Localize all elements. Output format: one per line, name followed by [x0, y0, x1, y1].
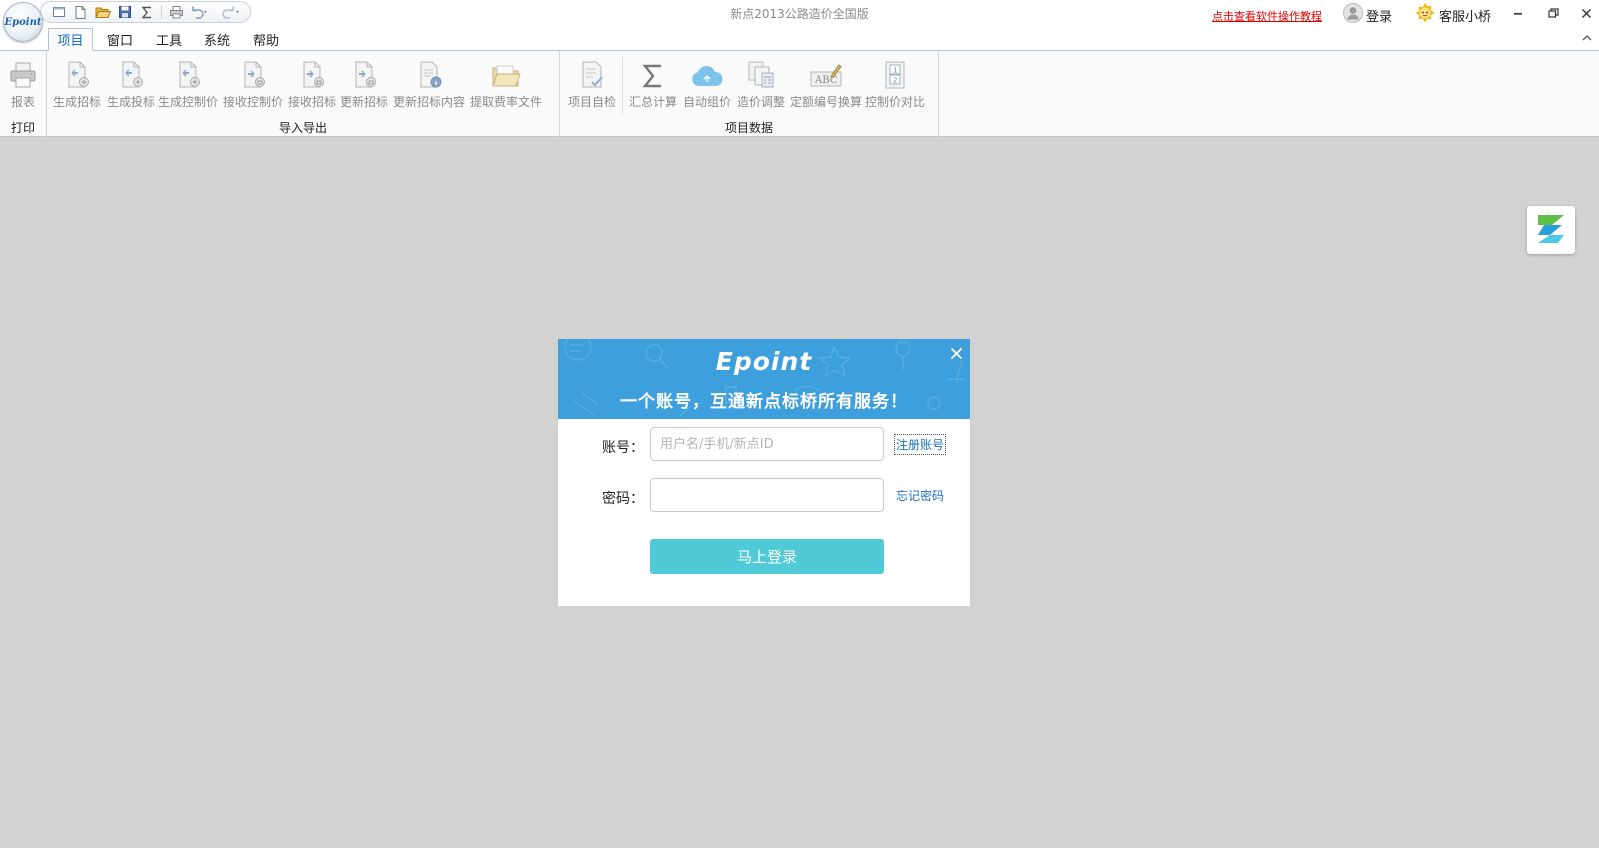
- compare-icon: 12: [881, 54, 909, 90]
- auto-pricing-label: 自动组价: [682, 95, 731, 109]
- restore-button[interactable]: [1542, 4, 1564, 22]
- tab-system[interactable]: 系统: [197, 28, 237, 51]
- undo-icon[interactable]: [189, 3, 208, 21]
- cloud-icon: [690, 54, 724, 90]
- control-price-compare-button[interactable]: 12 控制价对比: [862, 54, 928, 112]
- folder-icon: [491, 54, 521, 90]
- printer-icon: [8, 54, 38, 90]
- save-icon[interactable]: [115, 3, 134, 21]
- customer-service-button[interactable]: 客服小桥: [1414, 3, 1491, 27]
- password-input[interactable]: [650, 478, 884, 512]
- svg-text:1: 1: [893, 67, 897, 75]
- group-label-import-export: 导入导出: [278, 121, 327, 135]
- summary-calc-label: 汇总计算: [628, 95, 677, 109]
- floating-assistant-widget[interactable]: [1527, 206, 1575, 254]
- abc-edit-icon: ABC: [809, 54, 843, 90]
- login-button[interactable]: 登录: [1343, 3, 1393, 27]
- tab-window[interactable]: 窗口: [100, 28, 140, 51]
- close-icon[interactable]: [947, 344, 965, 362]
- generate-control-price-button[interactable]: 生成控制价: [157, 54, 219, 112]
- summary-calc-button[interactable]: 汇总计算: [627, 54, 679, 112]
- new-window-icon[interactable]: [49, 3, 68, 21]
- project-self-check-label: 项目自检: [567, 95, 616, 109]
- cost-adjust-button[interactable]: 造价调整: [735, 54, 787, 112]
- toolbar-separator: [161, 5, 162, 19]
- login-label: 登录: [1366, 9, 1393, 25]
- collapse-ribbon-icon[interactable]: [1582, 33, 1592, 44]
- cost-adjust-label: 造价调整: [736, 95, 785, 109]
- bridge-logo-icon: [1534, 212, 1568, 249]
- app-logo-text: Epoint: [4, 16, 42, 28]
- receive-tender-label: 接收招标: [287, 95, 336, 109]
- minimize-button[interactable]: [1507, 4, 1529, 22]
- register-link[interactable]: 注册账号: [893, 434, 947, 455]
- redo-icon[interactable]: [221, 3, 240, 21]
- generate-bid-button[interactable]: 生成投标: [106, 54, 156, 112]
- ribbon-tab-bar: 项目 窗口 工具 系统 帮助: [0, 28, 1599, 51]
- checklist-icon: [578, 54, 606, 90]
- new-file-icon[interactable]: [71, 3, 90, 21]
- user-avatar-icon: [1343, 3, 1363, 27]
- generate-control-price-label: 生成控制价: [157, 95, 218, 109]
- quick-access-toolbar: [40, 1, 251, 23]
- update-tender-content-button[interactable]: 更新招标内容: [392, 54, 466, 112]
- import-doc-icon: [350, 54, 378, 90]
- calculator-icon: [746, 54, 776, 90]
- ribbon-group-project-data: 项目自检 汇总计算 自动组价 造价调整 ABC 定额编号换算 1 2 控制价对比…: [560, 51, 939, 137]
- mascot-icon: [1414, 2, 1436, 28]
- export-doc-icon: [174, 54, 202, 90]
- export-doc-icon: [63, 54, 91, 90]
- password-label: 密码：: [602, 491, 644, 507]
- update-tender-label: 更新招标: [339, 95, 388, 109]
- sigma-icon: [640, 54, 666, 90]
- generate-tender-button[interactable]: 生成招标: [52, 54, 102, 112]
- service-label: 客服小桥: [1439, 9, 1492, 25]
- export-doc-icon: [117, 54, 145, 90]
- update-tender-content-label: 更新招标内容: [392, 95, 465, 109]
- login-submit-button[interactable]: 马上登录: [650, 539, 884, 574]
- receive-control-price-label: 接收控制价: [222, 95, 283, 109]
- login-dialog-header: Epoint 一个账号，互通新点标桥所有服务！: [558, 339, 970, 419]
- app-logo[interactable]: Epoint: [3, 2, 43, 42]
- tab-tools[interactable]: 工具: [149, 28, 189, 51]
- project-self-check-button[interactable]: 项目自检: [566, 54, 618, 112]
- login-dialog: Epoint 一个账号，互通新点标桥所有服务！ 账号： 注册账号 密码： 忘记密…: [558, 339, 970, 606]
- ribbon-group-import-export: 生成招标 生成投标 生成控制价 接收控制价 接收招标 更新招标 更新招标内容 提…: [47, 51, 560, 137]
- quota-code-convert-button[interactable]: ABC 定额编号换算: [788, 54, 864, 112]
- auto-pricing-button[interactable]: 自动组价: [681, 54, 733, 112]
- group-label-project-data: 项目数据: [724, 121, 773, 135]
- tab-help[interactable]: 帮助: [246, 28, 286, 51]
- receive-control-price-button[interactable]: 接收控制价: [222, 54, 284, 112]
- group-label-print: 打印: [10, 121, 35, 135]
- import-doc-icon: [298, 54, 326, 90]
- generate-tender-label: 生成招标: [52, 95, 101, 109]
- ribbon-group-print: 报表 打印: [0, 51, 47, 137]
- tab-project[interactable]: 项目: [48, 28, 93, 51]
- sum-icon[interactable]: [137, 3, 156, 21]
- print-icon[interactable]: [167, 3, 186, 21]
- control-price-compare-label: 控制价对比: [864, 95, 925, 109]
- report-button[interactable]: 报表: [5, 54, 41, 112]
- svg-text:2: 2: [893, 77, 897, 85]
- extract-rate-file-button[interactable]: 提取费率文件: [468, 54, 544, 112]
- account-label: 账号：: [602, 440, 644, 456]
- open-folder-icon[interactable]: [93, 3, 112, 21]
- extract-rate-file-label: 提取费率文件: [469, 95, 542, 109]
- account-input[interactable]: [650, 427, 884, 461]
- close-window-button[interactable]: [1575, 4, 1597, 22]
- ribbon-separator: [622, 57, 623, 115]
- tutorial-link[interactable]: 点击查看软件操作教程: [1212, 8, 1322, 24]
- ribbon: 报表 打印 生成招标 生成投标 生成控制价 接收控制价 接收招标 更新招标 更新…: [0, 50, 1599, 137]
- quota-code-convert-label: 定额编号换算: [789, 95, 862, 109]
- forgot-password-link[interactable]: 忘记密码: [896, 487, 944, 504]
- generate-bid-label: 生成投标: [106, 95, 155, 109]
- update-tender-button[interactable]: 更新招标: [339, 54, 389, 112]
- title-bar: 新点2013公路造价全国版 点击查看软件操作教程 登录 客服小桥: [0, 0, 1599, 28]
- report-label: 报表: [10, 95, 35, 109]
- doc-info-icon: [415, 54, 443, 90]
- import-doc-icon: [239, 54, 267, 90]
- brand-logo: Epoint: [715, 347, 813, 376]
- login-slogan: 一个账号，互通新点标桥所有服务！: [620, 392, 908, 412]
- receive-tender-button[interactable]: 接收招标: [287, 54, 337, 112]
